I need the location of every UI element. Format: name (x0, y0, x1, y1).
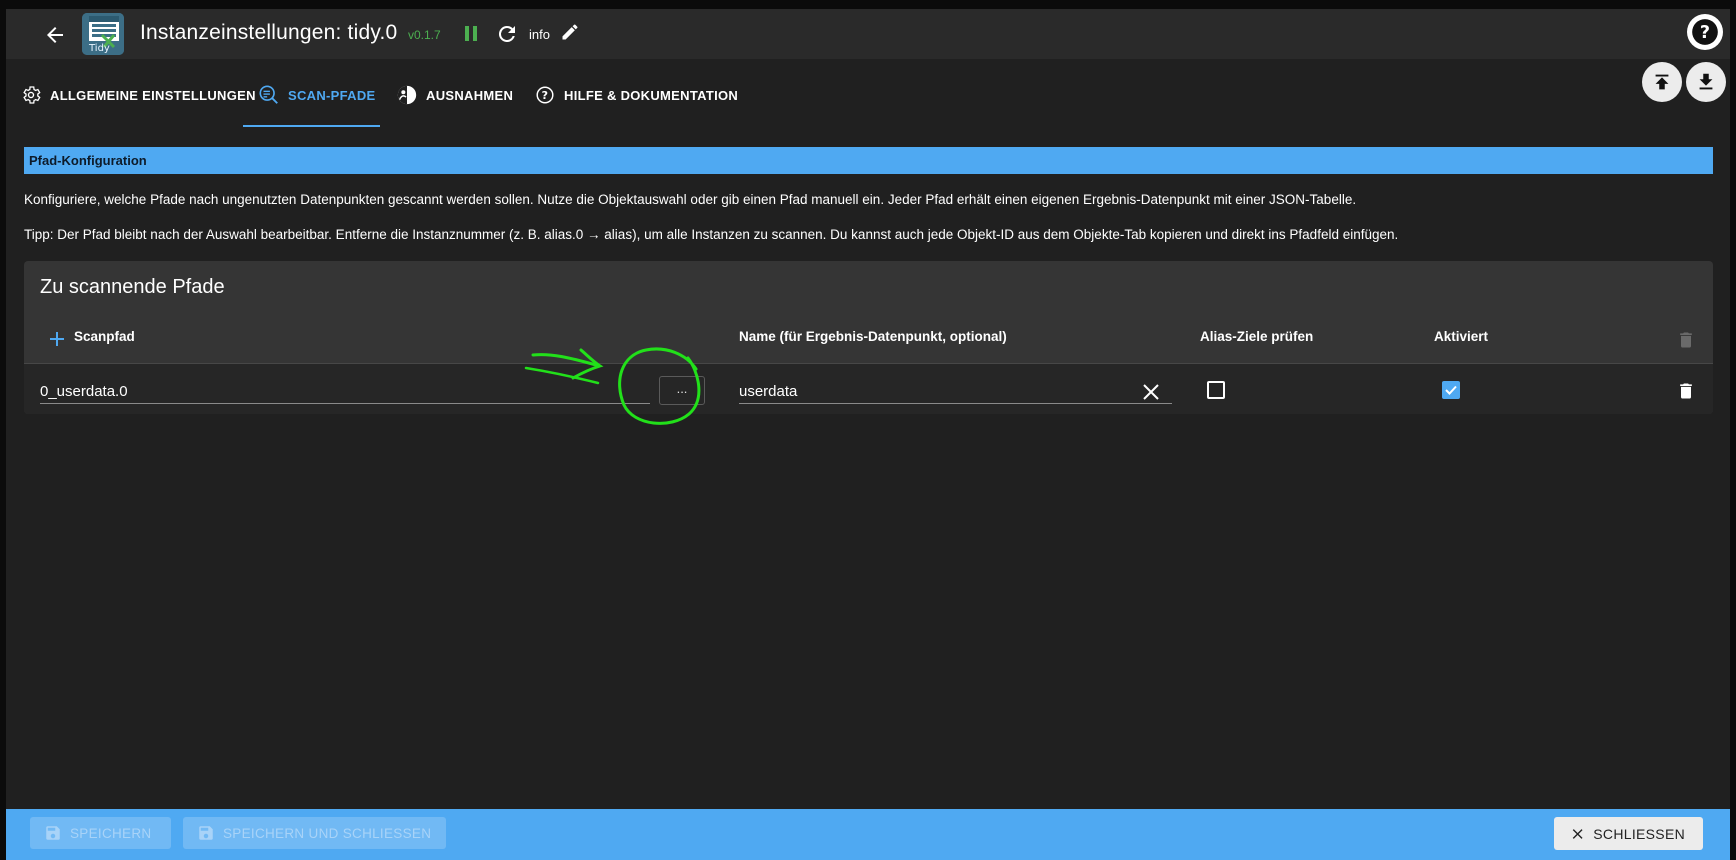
app-window: Tidy Instanzeinstellungen: tidy.0 v0.1.7… (6, 9, 1730, 860)
upload-icon (1655, 74, 1669, 90)
footer-bar: SPEICHERN SPEICHERN UND SCHLIESSEN SCHLI… (6, 809, 1730, 860)
clear-icon[interactable] (1142, 383, 1160, 401)
object-picker-button[interactable]: ... (659, 376, 705, 405)
annotation-arrow-circle (524, 347, 701, 425)
close-button[interactable]: SCHLIESSEN (1554, 817, 1703, 850)
scan-paths-table: Zu scannende Pfade Scanpfad Name (für Er… (24, 261, 1713, 414)
close-icon (1572, 828, 1583, 839)
adapter-logo: Tidy (82, 13, 124, 55)
tab-allgemeine-einstellungen[interactable]: ALLGEMEINE EINSTELLUNGEN (20, 65, 256, 125)
save-close-label: SPEICHERN UND SCHLIESSEN (223, 825, 432, 841)
pencil-icon[interactable] (560, 22, 580, 42)
reload-icon[interactable] (495, 22, 519, 46)
help-circle-icon: ? (1692, 19, 1718, 45)
download-icon (1699, 73, 1713, 90)
save-label: SPEICHERN (70, 825, 152, 841)
tab-hilfe-dokumentation[interactable]: ? HILFE & DOKUMENTATION (534, 65, 738, 125)
tab-label: SCAN-PFADE (288, 87, 376, 103)
gear-icon (23, 86, 41, 104)
download-config-button[interactable] (1686, 62, 1726, 102)
tab-label: HILFE & DOKUMENTATION (564, 87, 739, 103)
back-arrow-icon[interactable] (43, 23, 67, 47)
pause-icon[interactable] (461, 23, 483, 45)
column-header-alias-ziele: Alias-Ziele prüfen (1200, 329, 1314, 344)
save-icon (199, 826, 213, 840)
close-label: SCHLIESSEN (1593, 825, 1685, 842)
checkmark-icon (1445, 385, 1457, 395)
tab-scan-pfade[interactable]: SCAN-PFADE (258, 65, 376, 125)
logo-text: Tidy (89, 43, 110, 54)
person-icon (397, 85, 417, 105)
tab-label: AUSNAHMEN (426, 87, 514, 103)
help-button[interactable]: ? (1687, 14, 1723, 50)
column-header-scanpfad: Scanpfad (74, 329, 135, 344)
tab-label: ALLGEMEINE EINSTELLUNGEN (50, 87, 256, 103)
page-title: Instanzeinstellungen: tidy.0 (140, 21, 398, 44)
save-icon (46, 826, 60, 840)
tab-bar: ALLGEMEINE EINSTELLUNGEN SCAN-PFADE AUSN… (6, 65, 1730, 125)
name-input[interactable]: userdata (739, 374, 1172, 404)
table-title: Zu scannende Pfade (40, 276, 225, 298)
search-list-icon (259, 85, 278, 104)
alias-ziele-checkbox[interactable] (1207, 381, 1225, 399)
top-bar: Tidy Instanzeinstellungen: tidy.0 v0.1.7… (6, 9, 1730, 59)
column-header-name: Name (für Ergebnis-Datenpunkt, optional) (739, 329, 1007, 344)
svg-text:?: ? (542, 89, 549, 102)
svg-text:?: ? (1700, 23, 1710, 43)
add-icon[interactable] (48, 330, 66, 348)
section-header: Pfad-Konfiguration (24, 147, 1713, 174)
help-circle-outline-icon: ? (536, 86, 554, 104)
table-row: 0_userdata.0 ... userdata (24, 364, 1713, 414)
info-label: info (529, 27, 550, 42)
save-button[interactable]: SPEICHERN (30, 817, 171, 849)
tab-ausnahmen[interactable]: AUSNAHMEN (396, 65, 513, 125)
section-description: Konfiguriere, welche Pfade nach ungenutz… (24, 192, 1357, 207)
trash-icon (1680, 332, 1692, 348)
version-label: v0.1.7 (408, 28, 441, 42)
aktiviert-checkbox[interactable] (1442, 381, 1460, 399)
section-tip: Tipp: Der Pfad bleibt nach der Auswahl b… (24, 227, 1399, 242)
delete-row-icon[interactable] (1676, 380, 1696, 402)
upload-config-button[interactable] (1642, 62, 1682, 102)
save-and-close-button[interactable]: SPEICHERN UND SCHLIESSEN (183, 817, 446, 849)
scanpfad-input[interactable]: 0_userdata.0 (40, 374, 650, 404)
active-tab-indicator (243, 125, 380, 127)
column-header-aktiviert: Aktiviert (1434, 329, 1489, 344)
